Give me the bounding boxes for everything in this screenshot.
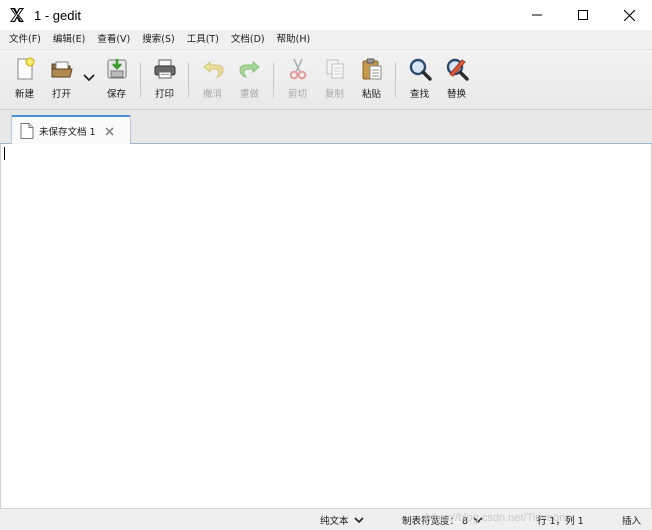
tab-untitled-document-1[interactable]: 未保存文档 1 [11,115,131,145]
menu-search[interactable]: 搜索(S) [137,30,179,50]
print-label: 打印 [154,89,174,100]
insert-mode-label: 插入 [622,516,642,527]
new-document-icon [12,56,38,82]
menu-bar: 文件(F) 编辑(E) 查看(V) 搜索(S) 工具(T) 文档(D) 帮助(H… [0,30,652,50]
save-button[interactable]: 保存 [98,56,135,108]
print-button[interactable]: 打印 [146,56,183,108]
printer-icon [152,56,178,82]
title-bar: 1 - gedit [0,0,652,30]
chevron-down-icon [83,74,95,82]
copy-label: 复制 [324,89,344,100]
redo-button[interactable]: 重做 [231,56,268,108]
status-bar: 纯文本 制表符宽度： 8 https://blog.csdn.net/Tinye… [0,508,652,530]
insert-mode: 插入 [622,509,641,530]
redo-icon [237,56,263,82]
minimize-icon [532,14,542,16]
window-controls [514,0,652,30]
replace-button[interactable]: 替换 [438,56,475,108]
open-folder-icon [49,56,75,82]
document-icon [20,123,34,139]
find-label: 查找 [409,89,429,100]
cursor-position: 行 1，列 1 [537,509,584,530]
clipboard-icon [359,56,385,82]
toolbar-separator [395,62,396,98]
tab-label: 未保存文档 1 [39,127,96,138]
close-icon [105,126,114,136]
text-editor[interactable] [0,144,652,508]
undo-label: 撤消 [202,89,222,100]
chevron-down-icon [353,515,364,525]
find-button[interactable]: 查找 [401,56,438,108]
search-icon [407,56,433,82]
paste-label: 粘贴 [361,89,381,100]
toolbar-separator [188,62,189,98]
cursor-position-label: 行 1，列 1 [537,516,584,527]
maximize-button[interactable] [560,0,606,30]
cut-label: 剪切 [287,89,307,100]
gedit-app-icon[interactable] [6,4,28,26]
redo-label: 重做 [239,89,259,100]
menu-file[interactable]: 文件(F) [4,30,46,50]
recent-files-dropdown[interactable] [80,56,98,108]
new-label: 新建 [14,89,34,100]
scissors-icon [285,56,311,82]
language-selector[interactable]: 纯文本 [320,509,364,530]
replace-label: 替换 [446,89,466,100]
window-title: 1 - gedit [34,7,81,23]
menu-tools[interactable]: 工具(T) [182,30,224,50]
copy-icon [322,56,348,82]
copy-button[interactable]: 复制 [316,56,353,108]
tab-close-button[interactable] [104,125,116,137]
save-label: 保存 [106,89,126,100]
new-button[interactable]: 新建 [6,56,43,108]
toolbar: 新建 打开 保存 打印 撤消 重做 剪切 复制 粘贴 查找 替换 [0,50,652,110]
paste-button[interactable]: 粘贴 [353,56,390,108]
menu-documents[interactable]: 文档(D) [226,30,270,50]
menu-view[interactable]: 查看(V) [92,30,135,50]
toolbar-separator [273,62,274,98]
open-button[interactable]: 打开 [43,56,80,108]
undo-icon [200,56,226,82]
toolbar-separator [140,62,141,98]
cut-button[interactable]: 剪切 [279,56,316,108]
undo-button[interactable]: 撤消 [194,56,231,108]
minimize-button[interactable] [514,0,560,30]
find-replace-icon [444,56,470,82]
language-label: 纯文本 [320,516,349,527]
maximize-icon [578,10,588,20]
text-cursor [4,147,5,160]
menu-edit[interactable]: 编辑(E) [48,30,90,50]
close-icon [623,9,635,21]
open-label: 打开 [51,89,71,100]
save-icon [104,56,130,82]
menu-help[interactable]: 帮助(H) [272,30,316,50]
close-button[interactable] [606,0,652,30]
document-tab-bar: 未保存文档 1 [0,110,652,145]
